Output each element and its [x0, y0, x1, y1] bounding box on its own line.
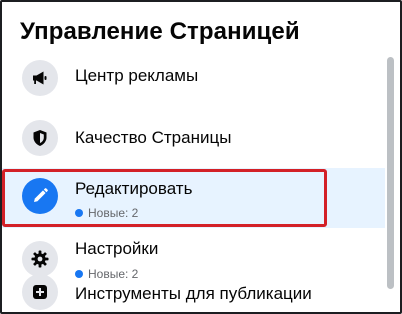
menu-item-label: Настройки: [75, 239, 159, 258]
menu-item-edit[interactable]: Редактировать Новые: 2: [2, 168, 385, 228]
menu-item-label: Качество Страницы: [75, 128, 232, 147]
badge-text: Новые: 2: [88, 206, 139, 220]
new-count-badge: Новые: 2: [75, 267, 138, 281]
new-count-badge: Новые: 2: [75, 206, 138, 220]
menu-item-ad-center[interactable]: Центр рекламы: [2, 52, 385, 104]
plus-square-icon: [22, 274, 58, 310]
new-indicator-dot: [75, 209, 83, 217]
menu-item-page-quality[interactable]: Качество Страницы: [2, 112, 385, 164]
scrollbar[interactable]: [384, 52, 394, 297]
shield-icon: [22, 120, 58, 156]
pencil-icon: [22, 178, 58, 214]
menu-item-label: Инструменты для публикации: [75, 284, 312, 303]
panel-title: Управление Страницей: [20, 18, 300, 45]
menu-item-publishing-tools[interactable]: Инструменты для публикации: [2, 274, 385, 312]
badge-text: Новые: 2: [88, 267, 139, 281]
new-indicator-dot: [75, 270, 83, 278]
gear-icon: [22, 241, 58, 277]
menu-item-settings[interactable]: Настройки Новые: 2: [2, 230, 385, 288]
menu-item-label: Центр рекламы: [75, 66, 199, 85]
menu-item-label: Редактировать: [75, 179, 193, 198]
scrollbar-thumb[interactable]: [387, 57, 394, 289]
page-management-panel: Управление Страницей Центр рекламы Качес…: [0, 0, 402, 314]
megaphone-icon: [22, 60, 58, 96]
